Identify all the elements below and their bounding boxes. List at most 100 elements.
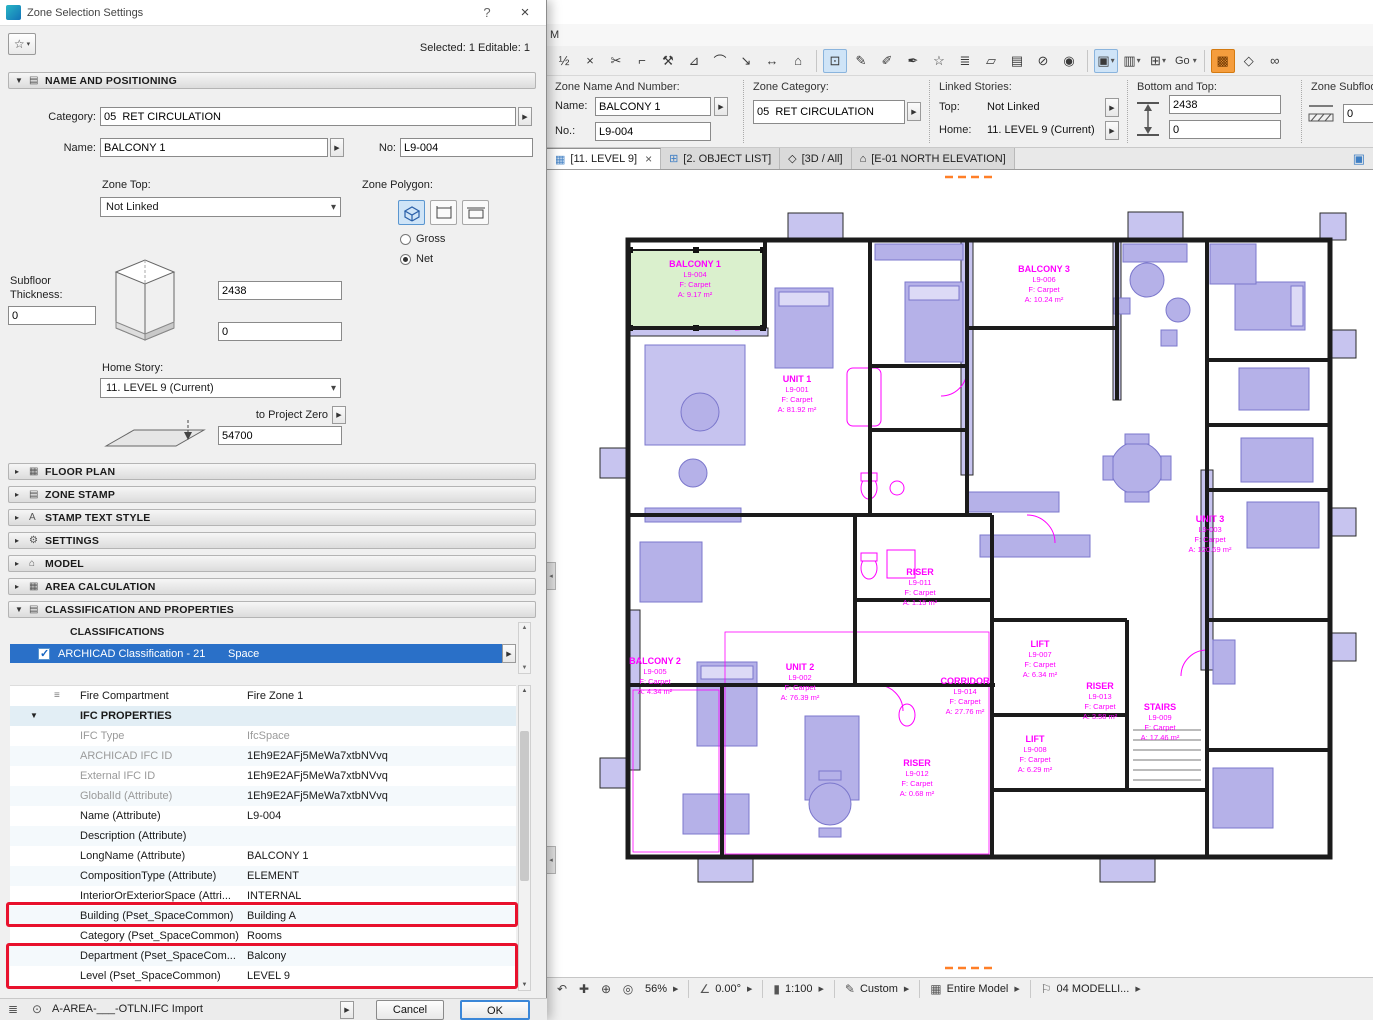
property-row[interactable]: GlobalId (Attribute)1Eh9E2AFj5MeWa7xtbNV… [10,786,516,806]
property-row[interactable]: IFC TypeIfcSpace [10,726,516,746]
model-filter-control[interactable]: ▦Entire Model [924,979,1026,999]
tab-3d-all[interactable]: ◇ [3D / All] [780,148,851,169]
property-row[interactable]: Description (Attribute) [10,826,516,846]
zone-stamp[interactable]: STAIRSL9-009F: CarpetA: 17.46 m² [1141,702,1180,742]
zone-category-combo[interactable] [753,100,905,124]
guides-icon[interactable]: ▱ [979,49,1003,73]
zone-stamp[interactable]: LIFTL9-007F: CarpetA: 6.34 m² [1023,639,1058,679]
properties-scrollbar[interactable]: ▲ ▼ [518,685,531,991]
section-floor-plan[interactable]: ▸▦FLOOR PLAN [8,463,536,480]
property-row[interactable]: External IFC ID1Eh9E2AFj5MeWa7xtbNVvq [10,766,516,786]
ok-button[interactable]: OK [460,1000,530,1020]
classification-row-selected[interactable]: ARCHICAD Classification - 21 Space [10,644,502,663]
view-settings-icon[interactable]: ▣▾ [1094,49,1118,73]
gross-radio[interactable]: Gross [400,233,445,245]
zone-stamp[interactable]: CORRIDORL9-014F: CarpetA: 27.76 m² [941,676,990,716]
adjust-icon[interactable]: ⌐ [630,49,654,73]
scroll-up-icon[interactable]: ▲ [522,625,528,631]
zone-stamp[interactable]: UNIT 2L9-002F: CarpetA: 76.39 m² [781,662,820,702]
pen-set-control[interactable]: ✎Custom [839,979,915,999]
floor-plan-canvas[interactable]: BALCONY 1L9-004F: CarpetA: 9.17 m²BALCON… [547,170,1373,977]
zone-bottom-offset-input[interactable] [218,322,342,341]
layers-icon[interactable]: ≣ [8,1002,18,1016]
cancel-button[interactable]: Cancel [376,1000,444,1020]
orientation-control[interactable]: ∠0.00° [693,979,758,999]
layers-icon[interactable]: ≣ [953,49,977,73]
eye-icon[interactable]: ⊙ [32,1002,42,1016]
dimension-icon[interactable]: ½ [552,49,576,73]
link-icon[interactable]: ∞ [1263,49,1287,73]
category-combo[interactable] [100,107,516,126]
renovation-filter-control[interactable]: ⚐04 MODELLI... [1035,979,1147,999]
tab-floor-plan[interactable]: ▦ [11. LEVEL 9] [547,148,661,169]
tab-north-elevation[interactable]: ⌂ [E-01 NORTH ELEVATION] [852,148,1015,169]
project-zero-offset-input[interactable] [218,426,342,445]
section-zone-stamp[interactable]: ▸▤ZONE STAMP [8,486,536,503]
net-radio[interactable]: Net [400,253,433,265]
zone-category-flyout-button[interactable] [907,102,921,121]
property-row[interactable]: CompositionType (Attribute)ELEMENT [10,866,516,886]
zone-stamp[interactable]: RISERL9-011F: CarpetA: 1.15 m² [903,567,938,607]
scrollbar-thumb[interactable] [520,731,529,881]
close-button[interactable]: × [510,2,540,24]
paintbrush-icon[interactable]: ✎ [849,49,873,73]
property-row[interactable]: Name (Attribute)L9-004 [10,806,516,826]
hotlink-module-icon[interactable]: ◇ [1237,49,1261,73]
annotation-icon[interactable]: ⊘ [1031,49,1055,73]
subfloor-thickness-input[interactable] [8,306,96,325]
zone-stamp[interactable]: RISERL9-013F: CarpetA: 3.58 m² [1083,681,1118,721]
panel-collapse-grip[interactable]: ◂ [547,846,556,874]
favorites-button[interactable]: ☆▾ [8,33,36,55]
section-settings[interactable]: ▸⚙SETTINGS [8,532,536,549]
go-button[interactable]: Go▾ [1172,49,1198,73]
scroll-down-icon[interactable]: ▼ [522,665,528,671]
pickup-parameters-icon[interactable]: ✐ [875,49,899,73]
top-linked-flyout-button[interactable] [1105,98,1119,117]
home-story-flyout-button[interactable] [1105,121,1119,140]
project-zero-flyout-button[interactable] [332,406,346,424]
zoom-level-control[interactable]: 56% [639,979,684,999]
suspend-groups-icon[interactable]: × [578,49,602,73]
zone-height-input[interactable] [218,281,342,300]
menu-item-partial[interactable]: M [550,29,559,41]
top-linked-value[interactable]: Not Linked [987,101,1040,113]
zone-number-input[interactable] [595,122,711,141]
favorites-icon[interactable]: ☆ [927,49,951,73]
group-expand-icon[interactable]: ▼ [30,706,38,726]
bottom-offset-input[interactable] [1169,120,1281,139]
scroll-up-icon[interactable]: ▲ [519,688,530,694]
zone-stamp[interactable]: LIFTL9-008F: CarpetA: 6.29 m² [1018,734,1053,774]
property-group-header[interactable]: ▼IFC PROPERTIES [10,706,516,726]
zone-name-input[interactable] [595,97,711,116]
fillet-icon[interactable]: ⌒ [708,49,732,73]
section-stamp-text-style[interactable]: ▸ASTAMP TEXT STYLE [8,509,536,526]
zone-stamp[interactable]: BALCONY 3L9-006F: CarpetA: 10.24 m² [1018,264,1070,304]
document-icon[interactable]: ▤ [1005,49,1029,73]
split-icon[interactable]: ✂ [604,49,628,73]
zone-stamp[interactable]: RISERL9-012F: CarpetA: 0.68 m² [900,758,935,798]
pan-icon[interactable]: ✚ [573,979,595,999]
active-overlay-icon[interactable]: ▩ [1211,49,1235,73]
section-model[interactable]: ▸⌂MODEL [8,555,536,572]
property-row[interactable]: LongName (Attribute)BALCONY 1 [10,846,516,866]
zone-stamp[interactable]: UNIT 1L9-001F: CarpetA: 81.92 m² [778,374,817,414]
top-offset-input[interactable] [1169,95,1281,114]
zone-name-flyout-button[interactable] [714,97,728,116]
zoom-history-icon[interactable]: ↶ [551,979,573,999]
classifications-scrollbar[interactable]: ▲▼ [518,622,531,674]
section-classification-properties[interactable]: ▼▤CLASSIFICATION AND PROPERTIES [8,601,536,618]
zone-name-input[interactable] [100,138,328,157]
resize-icon[interactable]: ↔ [760,49,784,73]
import-flyout-button[interactable] [340,1001,354,1019]
section-area-calculation[interactable]: ▸▦AREA CALCULATION [8,578,536,595]
subfloor-thickness-input[interactable] [1343,104,1373,123]
tab-object-list[interactable]: ⊞ [2. OBJECT LIST] [661,148,780,169]
zone-polygon-method-2-button[interactable] [430,200,457,225]
panel-collapse-grip[interactable]: ◂ [547,562,556,590]
trim-icon[interactable]: ⚒ [656,49,680,73]
home-story-select[interactable]: 11. LEVEL 9 (Current) [100,378,341,398]
help-button[interactable]: ? [472,2,502,24]
classification-checkbox[interactable] [38,648,50,660]
zone-polygon-method-3-button[interactable] [462,200,489,225]
duplicate-view-icon[interactable]: ▥▾ [1120,49,1144,73]
